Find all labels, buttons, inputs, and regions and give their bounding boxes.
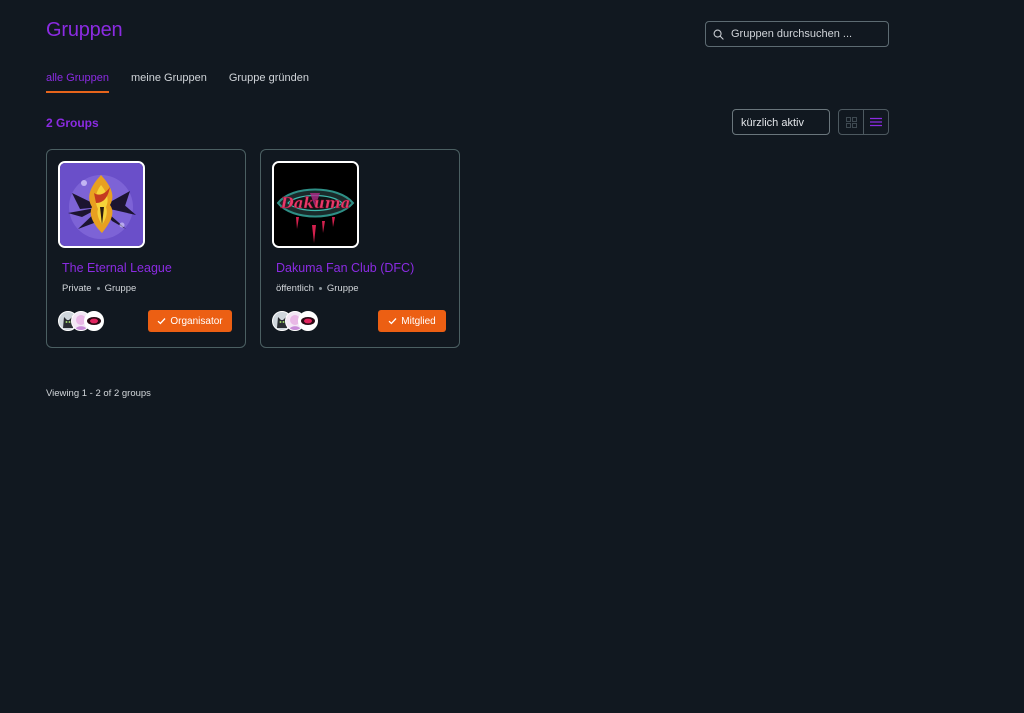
organizer-status-button[interactable]: Organisator [148, 310, 232, 332]
group-count: 2 Groups [46, 116, 99, 130]
sort-select[interactable]: kürzlich aktiv [732, 109, 830, 135]
group-meta: Private Gruppe [62, 283, 136, 294]
pagination-info: Viewing 1 - 2 of 2 groups [46, 388, 151, 399]
group-card: Dakuma Dakuma Fan Club (DFC) öffentlich … [260, 149, 460, 348]
member-avatar[interactable] [84, 311, 104, 331]
eye-logo-avatar-icon [299, 312, 317, 330]
group-name[interactable]: The Eternal League [62, 261, 172, 275]
group-type: Gruppe [326, 283, 359, 294]
groups-page: Gruppen alle Gruppen meine Gruppen Grupp… [0, 0, 1024, 713]
group-privacy: öffentlich [276, 283, 314, 294]
group-card: The Eternal League Private Gruppe Organi… [46, 149, 246, 348]
dakuma-eye-logo-icon: Dakuma [274, 163, 357, 246]
separator-dot [318, 287, 322, 290]
group-meta: öffentlich Gruppe [276, 283, 359, 294]
member-avatars [272, 311, 318, 331]
group-avatar[interactable] [58, 161, 145, 248]
tab-create-group[interactable]: Gruppe gründen [229, 72, 309, 93]
separator-dot [96, 287, 100, 290]
flame-sun-emblem-icon [60, 163, 143, 246]
checkmark-icon [388, 318, 397, 325]
group-avatar[interactable]: Dakuma [272, 161, 359, 248]
tab-all-groups[interactable]: alle Gruppen [46, 72, 109, 93]
group-privacy: Private [62, 283, 92, 294]
member-avatars [58, 311, 104, 331]
group-type: Gruppe [104, 283, 137, 294]
status-label: Mitglied [401, 315, 436, 327]
search-input[interactable] [731, 28, 881, 40]
group-tabs: alle Gruppen meine Gruppen Gruppe gründe… [46, 72, 331, 93]
grid-icon [845, 116, 857, 128]
search-box[interactable] [705, 21, 889, 47]
view-toggle [838, 109, 889, 135]
grid-view-button[interactable] [839, 110, 863, 134]
member-status-button[interactable]: Mitglied [378, 310, 446, 332]
status-label: Organisator [170, 315, 223, 327]
member-avatar[interactable] [298, 311, 318, 331]
list-view-button[interactable] [863, 110, 888, 134]
search-icon [713, 29, 724, 40]
eye-logo-avatar-icon [85, 312, 103, 330]
tab-my-groups[interactable]: meine Gruppen [131, 72, 207, 93]
group-name[interactable]: Dakuma Fan Club (DFC) [276, 261, 414, 275]
logo-text: Dakuma [280, 194, 351, 212]
list-icon [870, 117, 883, 127]
checkmark-icon [157, 318, 166, 325]
page-title: Gruppen [46, 19, 123, 41]
